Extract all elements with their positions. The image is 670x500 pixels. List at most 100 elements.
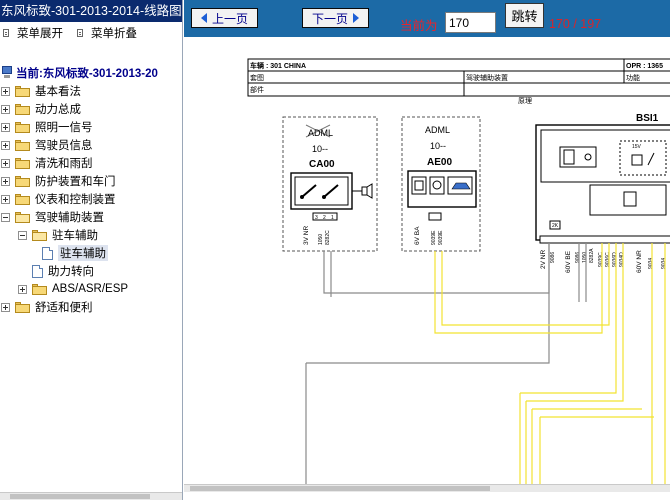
group-label: 套图 (250, 73, 264, 82)
scrollbar-thumb[interactable] (10, 494, 150, 499)
ca00-sub-label: 10-- (312, 144, 328, 154)
computer-icon (1, 66, 13, 79)
ae00-code: AE00 (427, 157, 452, 168)
expand-plus-icon[interactable] (1, 176, 10, 186)
collapse-minus-icon[interactable] (18, 230, 27, 240)
tree-item-protection-doors[interactable]: 防护装置和车门 (0, 172, 182, 190)
function-label: 驾驶辅助装置 (466, 73, 508, 82)
tree-item-wash-wipe[interactable]: 清洗和雨刮 (0, 154, 182, 172)
current-page-label: 当前为 (400, 19, 438, 33)
tree-item-driver-info[interactable]: 驾驶员信息 (0, 136, 182, 154)
diagram-header-table (247, 58, 670, 97)
menu-collapse-label: 菜单折叠 (91, 28, 137, 40)
bsi1-wire-5: 9039C (598, 252, 604, 267)
ae00-connector: 6V BA (414, 226, 421, 245)
document-icon (3, 29, 9, 37)
folder-icon (15, 175, 30, 187)
menu-expand-button[interactable]: 菜单展开 (3, 25, 63, 41)
diagram-canvas: 车辆 : 301 CHINA OPR : 1365 套图 驾驶辅助装置 功能 部… (184, 37, 670, 492)
bsi1-wire-8: 9034D (619, 252, 625, 267)
expand-plus-icon[interactable] (1, 86, 10, 96)
ae00-wire-1: 9039E (431, 230, 437, 245)
expand-plus-icon[interactable] (18, 284, 27, 294)
diagram-scrollbar[interactable] (184, 484, 670, 492)
ca00-component: ADML 10-- CA00 3 2 1 3V NR 1050 8282C (282, 116, 378, 252)
tree-item-parking-assist-page[interactable]: 驻车辅助 (0, 244, 182, 262)
folder-icon (15, 301, 30, 313)
ca00-pin-2: 2 (323, 215, 326, 221)
bsi1-wire-9: 9034 (648, 258, 654, 269)
tree-item-label: 驾驶员信息 (35, 140, 93, 152)
tree-item-driving-assist[interactable]: 驾驶辅助装置 (0, 208, 182, 226)
menu-collapse-button[interactable]: 菜单折叠 (77, 25, 137, 41)
bsi1-wire-7: 9036D (612, 252, 618, 267)
tree-item-label: 基本看法 (35, 86, 81, 98)
tree-item-powertrain[interactable]: 动力总成 (0, 100, 182, 118)
next-page-button[interactable]: 下一页 (302, 8, 369, 28)
ca00-top-label: ADML (308, 128, 333, 138)
ca00-wire-1: 1050 (318, 234, 324, 245)
ca00-connector: 3V NR (303, 226, 310, 245)
tree-item-label: 驾驶辅助装置 (35, 212, 104, 224)
collapse-minus-icon[interactable] (1, 212, 10, 222)
sidebar-actions: 菜单展开 菜单折叠 (0, 22, 182, 44)
tree-item-label: 舒适和便利 (35, 302, 93, 314)
sidebar-scrollbar[interactable] (0, 492, 182, 500)
expand-plus-icon[interactable] (1, 158, 10, 168)
ca00-pin-1: 1 (331, 215, 334, 221)
ae00-sub-label: 10-- (430, 141, 446, 151)
tree-item-comfort[interactable]: 舒适和便利 (0, 298, 182, 316)
bsi1-code: BSI1 (636, 113, 659, 124)
bsi1-fuse-label: 15V (632, 144, 642, 150)
ae00-top-label: ADML (425, 125, 450, 135)
tree-item-lighting[interactable]: 照明一信号 (0, 118, 182, 136)
folder-icon (15, 121, 30, 133)
sidebar-title: 东风标致-301-2013-2014-线路图 (0, 0, 182, 22)
prev-page-button[interactable]: 上一页 (191, 8, 258, 28)
prev-page-label: 上一页 (211, 11, 248, 26)
ca00-code: CA00 (309, 159, 335, 170)
menu-expand-label: 菜单展开 (17, 28, 63, 40)
ca00-wire-2: 8282C (325, 230, 331, 245)
document-icon (77, 29, 83, 37)
scrollbar-thumb[interactable] (190, 486, 490, 491)
expand-plus-icon[interactable] (1, 194, 10, 204)
folder-open-icon (15, 211, 30, 223)
tree-item-instruments[interactable]: 仪表和控制装置 (0, 190, 182, 208)
tree-root[interactable]: 当前:东风标致-301-2013-20 (0, 64, 182, 81)
opr-label: OPR : 1365 (626, 63, 663, 70)
arrow-right-icon (353, 13, 359, 23)
tree-item-abs[interactable]: ABS/ASR/ESP (0, 280, 182, 298)
wiring-lines (305, 243, 666, 492)
bsi1-pin-label: 2K (552, 223, 559, 229)
page-icon (42, 246, 53, 260)
page-icon (32, 264, 43, 278)
ae00-wire-2: 9039E (438, 230, 444, 245)
bsi1-connector-2: 60V BE (565, 250, 572, 273)
folder-icon (15, 157, 30, 169)
expand-plus-icon[interactable] (1, 140, 10, 150)
tree-item-label: 照明一信号 (35, 122, 93, 134)
vehicle-label: 车辆 : 301 CHINA (250, 61, 306, 70)
expand-plus-icon[interactable] (1, 302, 10, 312)
tree-item-parking-assist-folder[interactable]: 驻车辅助 (0, 226, 182, 244)
jump-button[interactable]: 跳转 (505, 3, 544, 28)
bsi1-wire-4: 8282A (589, 248, 595, 263)
tree-item-label: 驻车辅助 (52, 230, 98, 242)
feature-label: 功能 (626, 73, 640, 82)
tree-item-label: 防护装置和车门 (35, 176, 116, 188)
tree-item-basic[interactable]: 基本看法 (0, 82, 182, 100)
bsi1-connector-1: 2V NR (540, 250, 547, 269)
expand-plus-icon[interactable] (1, 104, 10, 114)
part-label: 部件 (250, 85, 264, 94)
expand-plus-icon[interactable] (1, 122, 10, 132)
bsi1-wire-3: 1050 (582, 252, 588, 263)
tree-item-label: 清洗和雨刮 (35, 158, 93, 170)
bsi1-wire-6: 9036C (605, 252, 611, 267)
bsi1-connector-3: 60V NR (636, 250, 643, 273)
tree-item-power-steering[interactable]: 助力转向 (0, 262, 182, 280)
wiring-diagram: 车辆 : 301 CHINA OPR : 1365 套图 驾驶辅助装置 功能 部… (247, 58, 670, 492)
folder-icon (15, 139, 30, 151)
folder-icon (15, 85, 30, 97)
page-number-input[interactable] (445, 12, 496, 33)
